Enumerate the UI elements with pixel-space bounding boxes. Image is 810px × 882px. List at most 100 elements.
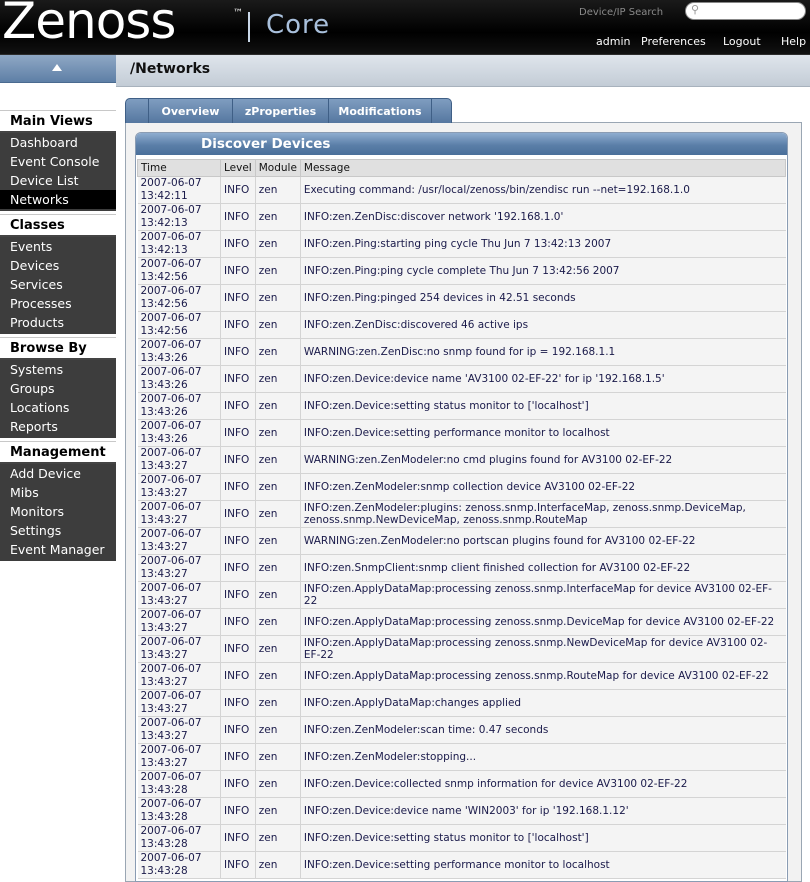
sidebar-item-event-manager[interactable]: Event Manager <box>0 540 116 559</box>
sidebar-item-services[interactable]: Services <box>0 275 116 294</box>
cell-time-text: 13:42:56 <box>140 298 188 310</box>
page-title: /Networks <box>130 61 211 77</box>
sidebar-item-groups[interactable]: Groups <box>0 379 116 398</box>
cell-level: INFO <box>220 797 256 825</box>
sidebar-item-mibs[interactable]: Mibs <box>0 483 116 502</box>
cell-time: 2007-06-07 13:43:27 <box>137 527 221 555</box>
cell-level: INFO <box>220 662 256 690</box>
cell-message: INFO:zen.ApplyDataMap:processing zenoss.… <box>300 662 786 690</box>
table-row: 2007-06-07 13:43:27 INFO zen INFO:zen.ZenMod… <box>137 743 786 771</box>
cell-level: INFO <box>220 716 256 744</box>
cell-message: INFO:zen.Device:setting performance moni… <box>300 419 786 447</box>
cell-module: zen <box>255 392 301 420</box>
sidebar-item-events[interactable]: Events <box>0 237 116 256</box>
cell-date-text: 2007-06-07 <box>140 825 202 837</box>
table-row: 2007-06-07 13:43:27 INFO zen INFO:zen.ApplyD… <box>137 581 786 609</box>
cell-level: INFO <box>220 635 256 663</box>
tab-bar: Overview zProperties Modifications <box>125 98 452 123</box>
sidebar-item-dashboard[interactable]: Dashboard <box>0 133 116 152</box>
cell-time-text: 13:43:27 <box>140 622 188 634</box>
table-row: 2007-06-07 13:43:28 INFO zen INFO:zen.Device… <box>137 797 786 825</box>
sidebar-item-networks[interactable]: Networks <box>0 190 116 209</box>
logo-wordmark[interactable]: Zenoss <box>2 0 176 50</box>
table-row: 2007-06-07 13:42:13 INFO zen INFO:zen.ZenDis… <box>137 203 786 231</box>
device-search-input[interactable]: ⚲ <box>685 2 806 20</box>
table-row: 2007-06-07 13:43:27 INFO zen INFO:zen.ApplyD… <box>137 689 786 717</box>
cell-level: INFO <box>220 608 256 636</box>
cell-time: 2007-06-07 13:42:11 <box>137 176 221 204</box>
sidebar-item-device-list[interactable]: Device List <box>0 171 116 190</box>
logout-link[interactable]: Logout <box>723 35 761 48</box>
cell-module: zen <box>255 824 301 852</box>
sidebar-item-devices[interactable]: Devices <box>0 256 116 275</box>
cell-time: 2007-06-07 13:42:13 <box>137 203 221 231</box>
tab-zproperties[interactable]: zProperties <box>232 99 328 123</box>
tab-overview[interactable]: Overview <box>148 99 232 123</box>
cell-message: Executing command: /usr/local/zenoss/bin… <box>300 176 786 204</box>
sidebar-item-event-console[interactable]: Event Console <box>0 152 116 171</box>
cell-date-text: 2007-06-07 <box>140 258 202 270</box>
log-table: Time Level Module Message 2007-06-07 13:4… <box>137 159 787 879</box>
cell-module: zen <box>255 338 301 366</box>
tab-modifications[interactable]: Modifications <box>328 99 432 123</box>
sidebar-item-locations[interactable]: Locations <box>0 398 116 417</box>
cell-time: 2007-06-07 13:43:26 <box>137 338 221 366</box>
cell-module: zen <box>255 176 301 204</box>
sidebar-item-add-device[interactable]: Add Device <box>0 464 116 483</box>
cell-message: INFO:zen.Ping:ping cycle complete Thu Ju… <box>300 257 786 285</box>
table-row: 2007-06-07 13:42:11 INFO zen Executing comma… <box>137 176 786 204</box>
cell-message: INFO:zen.ApplyDataMap:changes applied <box>300 689 786 717</box>
cell-time-text: 13:42:56 <box>140 271 188 283</box>
cell-time: 2007-06-07 13:43:27 <box>137 554 221 582</box>
cell-module: zen <box>255 635 301 663</box>
cell-message: INFO:zen.Device:device name 'WIN2003' fo… <box>300 797 786 825</box>
cell-module: zen <box>255 770 301 798</box>
cell-time-text: 13:43:27 <box>140 703 188 715</box>
sidebar-item-processes[interactable]: Processes <box>0 294 116 313</box>
cell-time: 2007-06-07 13:43:27 <box>137 689 221 717</box>
admin-link[interactable]: admin <box>596 35 630 48</box>
cell-time: 2007-06-07 13:42:56 <box>137 311 221 339</box>
cell-level: INFO <box>220 230 256 258</box>
cell-module: zen <box>255 257 301 285</box>
table-row: 2007-06-07 13:43:28 INFO zen INFO:zen.Device… <box>137 770 786 798</box>
cell-module: zen <box>255 527 301 555</box>
cell-date-text: 2007-06-07 <box>140 420 202 432</box>
cell-module: zen <box>255 473 301 501</box>
cell-level: INFO <box>220 770 256 798</box>
cell-module: zen <box>255 500 301 528</box>
top-header: Zenoss ™ Core Device/IP Search ⚲ admin P… <box>0 0 810 55</box>
cell-time-text: 13:43:27 <box>140 541 188 553</box>
sidebar-item-reports[interactable]: Reports <box>0 417 116 436</box>
cell-time-text: 13:43:28 <box>140 784 188 796</box>
table-row: 2007-06-07 13:43:27 INFO zen INFO:zen.ZenMod… <box>137 716 786 744</box>
table-row: 2007-06-07 13:43:26 INFO zen INFO:zen.Device… <box>137 365 786 393</box>
cell-level: INFO <box>220 365 256 393</box>
table-row: 2007-06-07 13:43:27 INFO zen INFO:zen.SnmpCl… <box>137 554 786 582</box>
sidebar-item-systems[interactable]: Systems <box>0 360 116 379</box>
cell-time-text: 13:43:26 <box>140 352 188 364</box>
logo-trademark: ™ <box>233 8 243 19</box>
cell-time-text: 13:42:11 <box>140 190 188 202</box>
cell-module: zen <box>255 689 301 717</box>
cell-time: 2007-06-07 13:43:27 <box>137 635 221 663</box>
help-link[interactable]: Help <box>781 35 806 48</box>
cell-message: INFO:zen.ApplyDataMap:processing zenoss.… <box>300 608 786 636</box>
table-row: 2007-06-07 13:43:26 INFO zen INFO:zen.Device… <box>137 419 786 447</box>
sidebar-item-settings[interactable]: Settings <box>0 521 116 540</box>
search-icon: ⚲ <box>691 3 700 16</box>
cell-date-text: 2007-06-07 <box>140 744 202 756</box>
cell-message: INFO:zen.Ping:starting ping cycle Thu Ju… <box>300 230 786 258</box>
sidebar-item-products[interactable]: Products <box>0 313 116 332</box>
cell-time: 2007-06-07 13:43:27 <box>137 581 221 609</box>
table-row: 2007-06-07 13:42:56 INFO zen INFO:zen.ZenDis… <box>137 311 786 339</box>
cell-message: INFO:zen.Ping:pinged 254 devices in 42.5… <box>300 284 786 312</box>
preferences-link[interactable]: Preferences <box>641 35 706 48</box>
cell-message: INFO:zen.Device:collected snmp informati… <box>300 770 786 798</box>
cell-time-text: 13:43:27 <box>140 568 188 580</box>
sidebar-item-monitors[interactable]: Monitors <box>0 502 116 521</box>
cell-level: INFO <box>220 419 256 447</box>
cell-date-text: 2007-06-07 <box>140 555 202 567</box>
sidebar-collapse-button[interactable] <box>0 55 116 83</box>
table-row: 2007-06-07 13:43:27 INFO zen INFO:zen.ZenMod… <box>137 473 786 501</box>
